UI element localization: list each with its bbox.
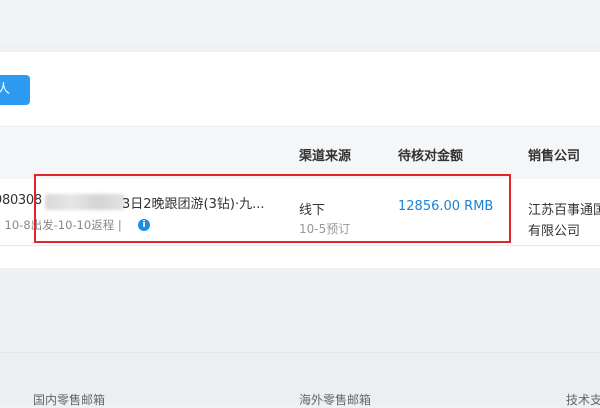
product-name[interactable]: 3日2晚跟团游(3钻)·九... bbox=[122, 193, 265, 212]
footer-link-tech-support[interactable]: 技术支 bbox=[566, 391, 600, 408]
header-pending-amount: 待核对金额 bbox=[398, 149, 464, 164]
table-header: 渠道来源 待核对金额 销售公司 bbox=[0, 126, 600, 179]
table-row[interactable]: 980308 3日2晚跟团游(3钻)·九... | 10-8出发-10-10返程… bbox=[0, 179, 600, 246]
redacted-text bbox=[45, 194, 125, 210]
channel-value: 线下 bbox=[299, 203, 326, 218]
footer-link-domestic-email[interactable]: 国内零售邮箱 bbox=[33, 391, 105, 408]
footer: 国内零售邮箱 海外零售邮箱 技术支 bbox=[0, 352, 600, 407]
sales-company-line2: 有限公司 bbox=[528, 224, 581, 239]
order-number: 980308 bbox=[0, 193, 42, 208]
add-button-label: 人 bbox=[0, 82, 11, 97]
sales-company-line1: 江苏百事通国 bbox=[528, 203, 600, 218]
pending-amount-value[interactable]: 12856.00 RMB bbox=[398, 199, 493, 214]
header-sales-company: 销售公司 bbox=[528, 149, 581, 164]
add-button[interactable]: 人 bbox=[0, 75, 30, 105]
booking-date: 10-5预订 bbox=[299, 222, 351, 236]
footer-link-overseas-email[interactable]: 海外零售邮箱 bbox=[299, 391, 371, 408]
top-band bbox=[0, 0, 600, 44]
header-channel: 渠道来源 bbox=[299, 149, 352, 164]
trip-dates: | 10-8出发-10-10返程 | bbox=[0, 218, 122, 232]
info-icon[interactable]: i bbox=[138, 219, 150, 231]
